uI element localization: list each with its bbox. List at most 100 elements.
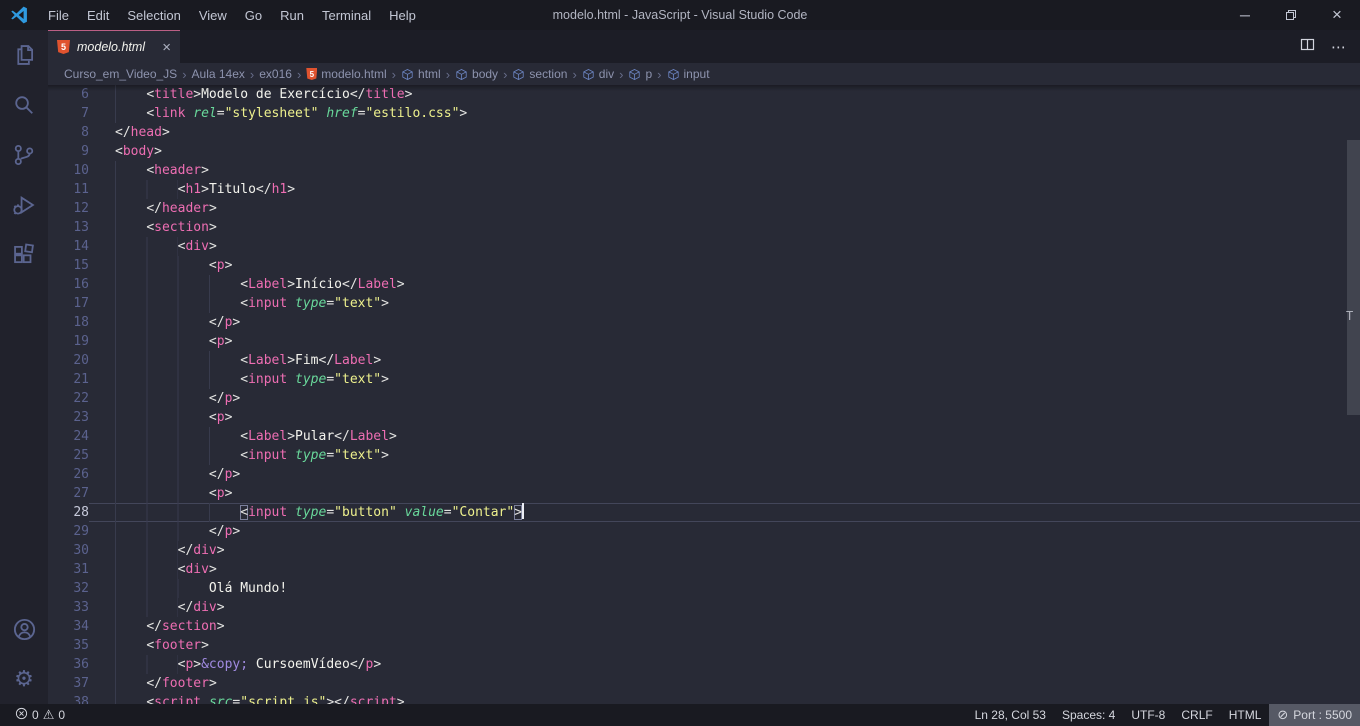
warning-count: 0	[58, 708, 65, 722]
line-number: 31	[48, 560, 89, 579]
code-line: 32 Olá Mundo!	[48, 579, 1360, 598]
menu-item-file[interactable]: File	[39, 0, 78, 30]
chevron-right-icon: ›	[297, 67, 301, 82]
breadcrumb-symbol-body[interactable]: body	[455, 67, 498, 81]
problems-indicator[interactable]: 0 ⚠ 0	[10, 704, 70, 726]
restore-button[interactable]	[1268, 0, 1314, 30]
menu-item-edit[interactable]: Edit	[78, 0, 118, 30]
line-number: 24	[48, 427, 89, 446]
source-control-icon[interactable]	[0, 130, 48, 180]
code-editor[interactable]: 6 <title>Modelo de Exercício</title>7 <l…	[48, 85, 1360, 704]
extensions-icon[interactable]	[0, 230, 48, 280]
code-line: 28 <input type="button" value="Contar">	[48, 503, 1360, 522]
status-indentation[interactable]: Spaces: 4	[1054, 704, 1123, 726]
overview-cursor-marker: T	[1346, 309, 1353, 323]
line-number: 21	[48, 370, 89, 389]
code-line: 17 <input type="text">	[48, 294, 1360, 313]
status-encoding[interactable]: UTF-8	[1123, 704, 1173, 726]
breadcrumb-symbol-p[interactable]: p	[628, 67, 652, 81]
line-number: 27	[48, 484, 89, 503]
warning-icon: ⚠	[43, 708, 55, 723]
line-number: 15	[48, 256, 89, 275]
status-eol[interactable]: CRLF	[1173, 704, 1220, 726]
status-language[interactable]: HTML	[1221, 704, 1270, 726]
more-actions-icon[interactable]: ⋯	[1331, 38, 1346, 56]
code-line: 38 <script src="script.js"></script>	[48, 693, 1360, 704]
breadcrumb-file[interactable]: 5modelo.html	[306, 67, 386, 81]
code-line: 15 <p>	[48, 256, 1360, 275]
code-line: 13 <section>	[48, 218, 1360, 237]
chevron-right-icon: ›	[392, 67, 396, 82]
menu-item-selection[interactable]: Selection	[118, 0, 189, 30]
code-lines: 6 <title>Modelo de Exercício</title>7 <l…	[48, 85, 1360, 704]
line-number: 26	[48, 465, 89, 484]
code-line: 16 <Label>Início</Label>	[48, 275, 1360, 294]
code-line: 25 <input type="text">	[48, 446, 1360, 465]
search-icon[interactable]	[0, 80, 48, 130]
chevron-right-icon: ›	[657, 67, 661, 82]
html5-file-icon: 5	[306, 68, 317, 80]
title-bar: FileEditSelectionViewGoRunTerminalHelp m…	[0, 0, 1360, 30]
line-number: 9	[48, 142, 89, 161]
line-number: 17	[48, 294, 89, 313]
chevron-right-icon: ›	[446, 67, 450, 82]
activity-bar: ⚙	[0, 30, 48, 704]
line-number: 11	[48, 180, 89, 199]
line-number: 23	[48, 408, 89, 427]
editor-scrollbar[interactable]: T	[1346, 85, 1360, 704]
vscode-logo-icon	[9, 5, 29, 25]
explorer-icon[interactable]	[0, 30, 48, 80]
scrollbar-thumb[interactable]	[1347, 140, 1360, 415]
menu-item-run[interactable]: Run	[271, 0, 313, 30]
line-number: 13	[48, 218, 89, 237]
split-editor-icon[interactable]	[1300, 38, 1315, 56]
breadcrumb-folder[interactable]: Aula 14ex	[192, 67, 245, 81]
code-line: 27 <p>	[48, 484, 1360, 503]
line-number: 7	[48, 104, 89, 123]
breadcrumb-symbol-div[interactable]: div	[582, 67, 614, 81]
text-cursor	[522, 503, 524, 519]
breadcrumb-folder[interactable]: Curso_em_Video_JS	[64, 67, 177, 81]
restore-icon	[1285, 9, 1297, 21]
tab-label: modelo.html	[77, 40, 155, 54]
html5-file-icon: 5	[57, 40, 70, 54]
line-number: 6	[48, 85, 89, 104]
menu-item-view[interactable]: View	[190, 0, 236, 30]
breadcrumb: Curso_em_Video_JS › Aula 14ex › ex016 › 5model…	[48, 63, 1360, 85]
account-icon[interactable]	[0, 604, 48, 654]
tab-close-icon[interactable]: ×	[162, 40, 171, 55]
error-icon	[15, 707, 28, 723]
circle-slash-icon: ⊘	[1277, 708, 1288, 723]
run-debug-icon[interactable]	[0, 180, 48, 230]
menu-item-help[interactable]: Help	[380, 0, 425, 30]
code-line: 33 </div>	[48, 598, 1360, 617]
line-number: 36	[48, 655, 89, 674]
tab-modelo-html[interactable]: 5 modelo.html ×	[48, 30, 180, 63]
settings-gear-icon[interactable]: ⚙	[0, 654, 48, 704]
code-line: 9<body>	[48, 142, 1360, 161]
chevron-right-icon: ›	[182, 67, 186, 82]
menu-item-terminal[interactable]: Terminal	[313, 0, 380, 30]
line-number: 35	[48, 636, 89, 655]
menu-item-go[interactable]: Go	[236, 0, 271, 30]
error-count: 0	[32, 708, 39, 722]
close-window-button[interactable]: ×	[1314, 0, 1360, 30]
code-line: 24 <Label>Pular</Label>	[48, 427, 1360, 446]
line-number: 19	[48, 332, 89, 351]
code-line: 22 </p>	[48, 389, 1360, 408]
line-number: 37	[48, 674, 89, 693]
minimize-button[interactable]: ─	[1222, 0, 1268, 30]
status-port[interactable]: ⊘Port : 5500	[1269, 704, 1360, 726]
code-line: 11 <h1>Titulo</h1>	[48, 180, 1360, 199]
code-line: 37 </footer>	[48, 674, 1360, 693]
breadcrumb-symbol-html[interactable]: html	[401, 67, 441, 81]
line-number: 8	[48, 123, 89, 142]
breadcrumb-symbol-section[interactable]: section	[512, 67, 567, 81]
line-number: 12	[48, 199, 89, 218]
status-bar: 0 ⚠ 0 Ln 28, Col 53Spaces: 4UTF-8CRLFHTM…	[0, 704, 1360, 726]
status-line-col[interactable]: Ln 28, Col 53	[967, 704, 1054, 726]
code-line: 8</head>	[48, 123, 1360, 142]
breadcrumb-folder[interactable]: ex016	[259, 67, 292, 81]
breadcrumb-symbol-input[interactable]: input	[667, 67, 710, 81]
line-number: 25	[48, 446, 89, 465]
